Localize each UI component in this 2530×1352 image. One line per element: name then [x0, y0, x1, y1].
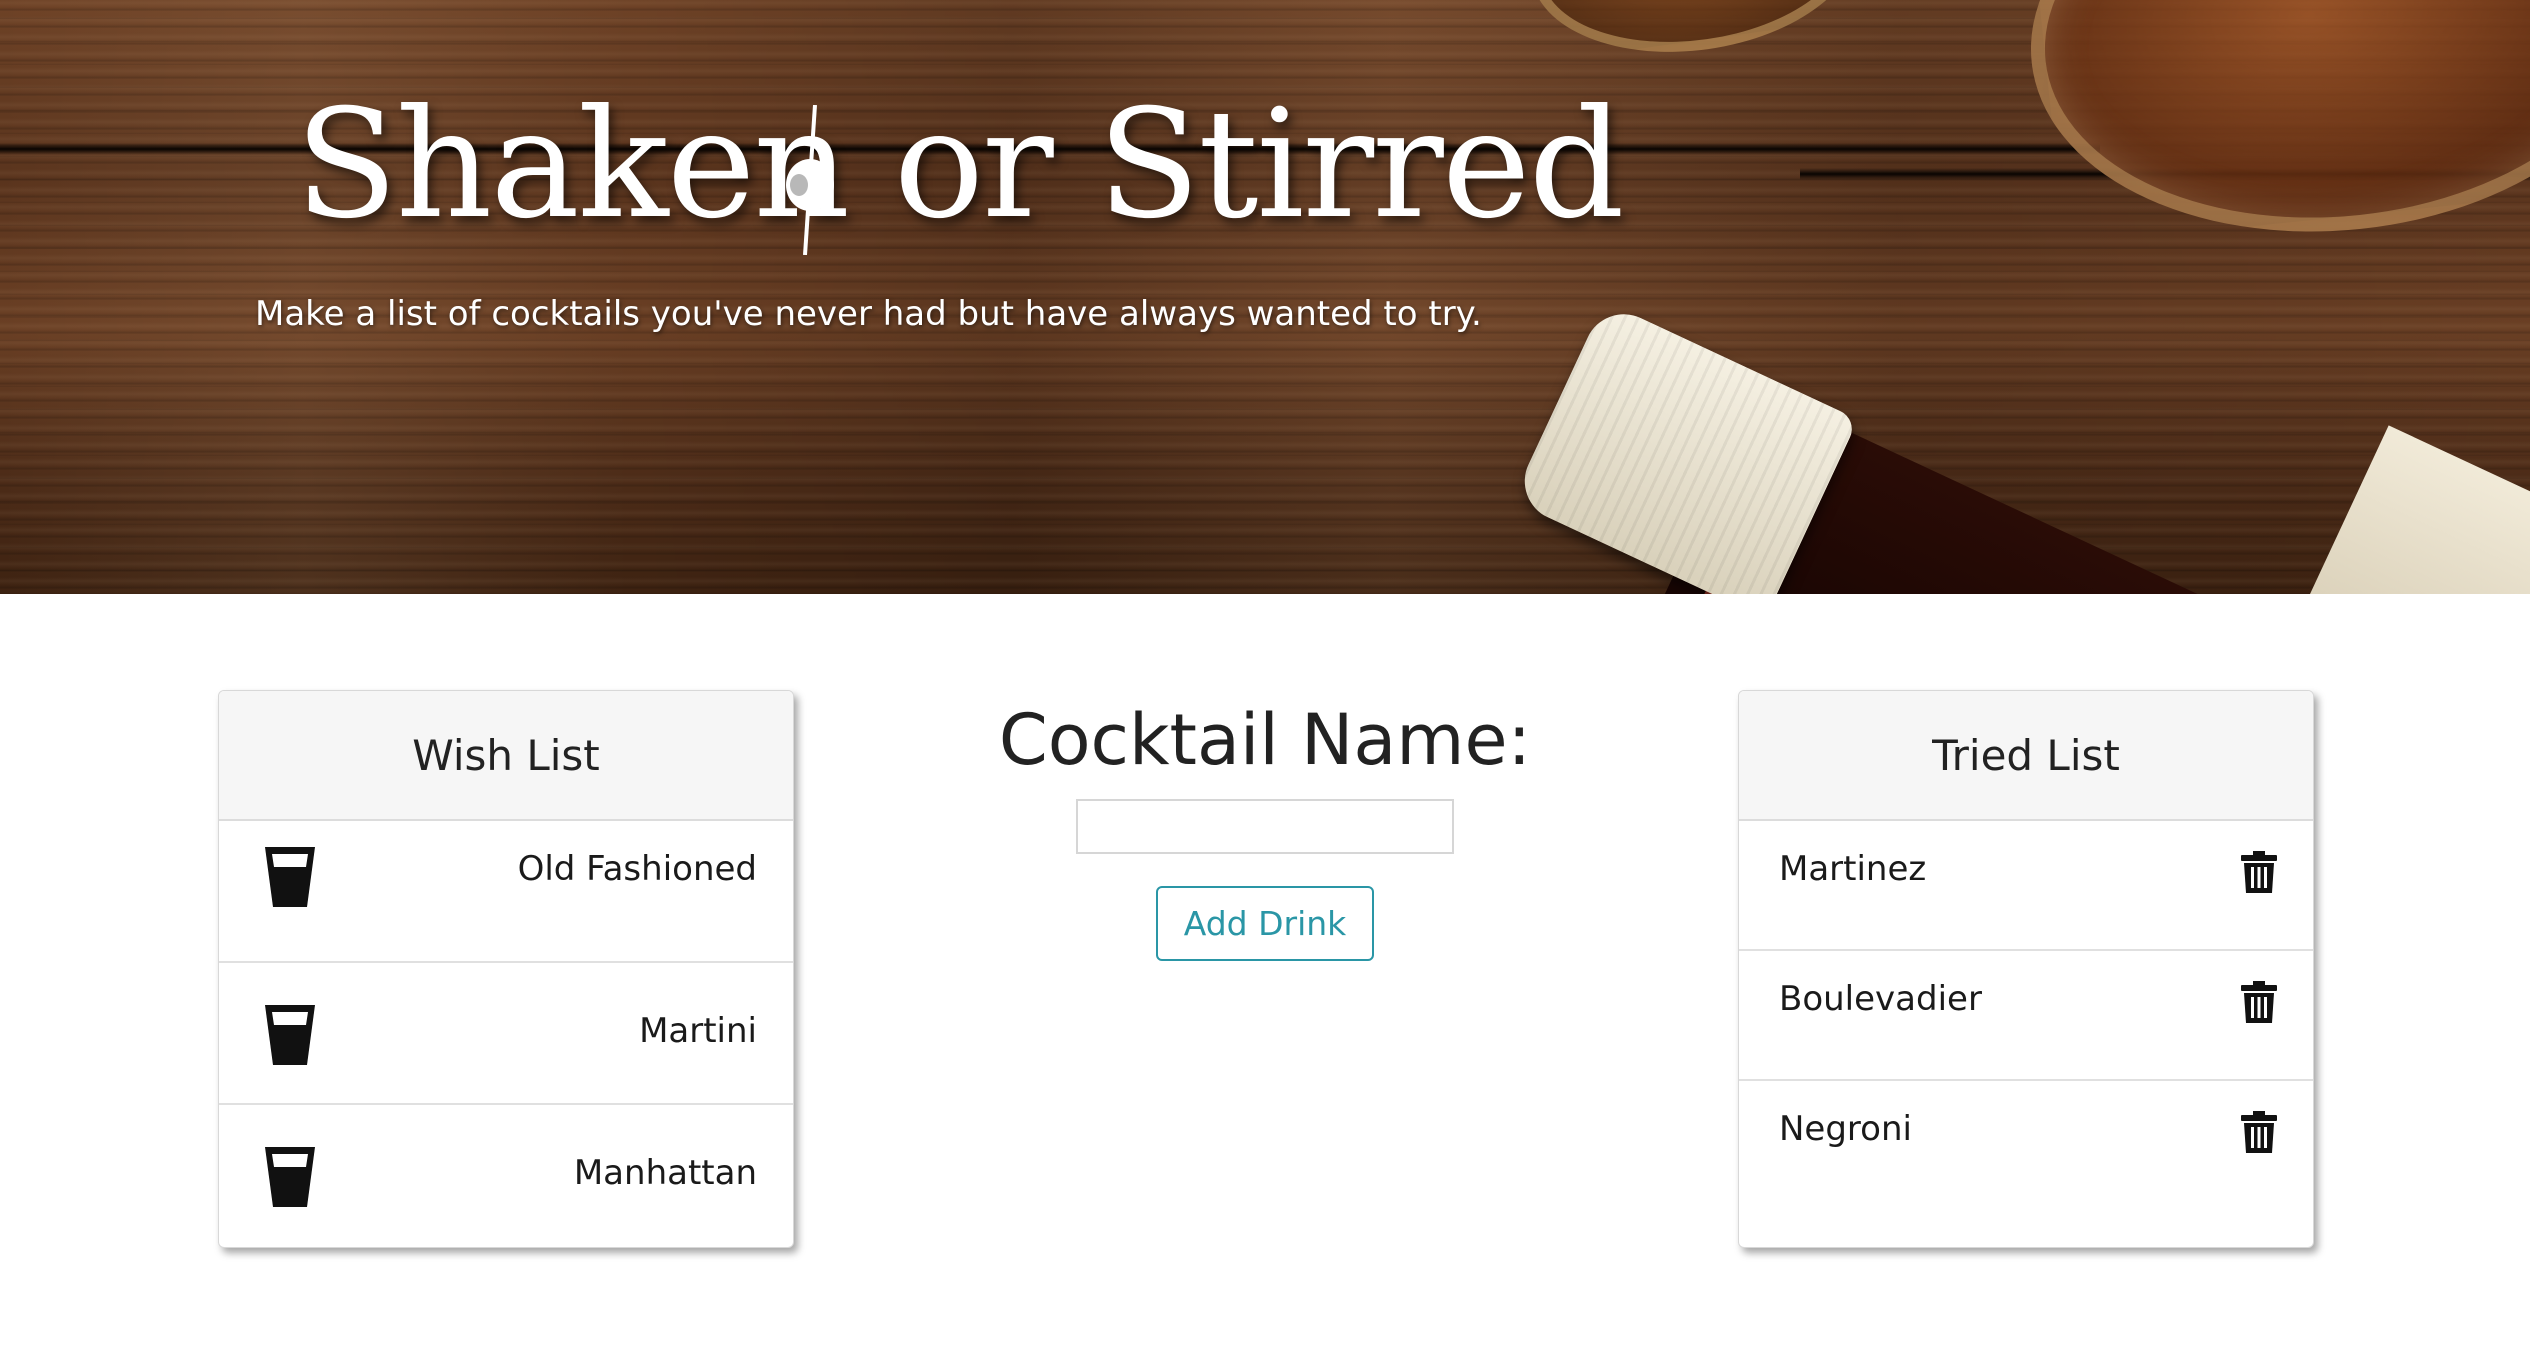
site-logo: Shaken or Stirred [295, 70, 1625, 260]
tagline: Make a list of cocktails you've never ha… [255, 294, 1482, 334]
tried-list-item: Martinez [1739, 821, 2313, 951]
olive-icon [786, 105, 834, 255]
tried-item-label: Martinez [1779, 849, 1927, 889]
cocktail-name-label: Cocktail Name: [998, 699, 1532, 781]
cup-icon[interactable] [263, 845, 317, 909]
trash-icon[interactable] [2241, 851, 2277, 893]
wish-list-item[interactable]: Old Fashioned [219, 821, 793, 963]
wish-item-label: Martini [639, 1011, 757, 1051]
cup-icon[interactable] [263, 1145, 317, 1209]
tried-list-item: Negroni [1739, 1081, 2313, 1211]
cup-icon[interactable] [263, 1003, 317, 1067]
whiskey-glass-image [2010, 0, 2530, 262]
whiskey-glass-image [1518, 0, 1872, 73]
page-title: Shaken or Stirred [295, 78, 1625, 252]
wish-list-card: Wish List Old Fashioned Martini Manhatta… [218, 690, 794, 1248]
wish-list-item[interactable]: Martini [219, 963, 793, 1105]
bottle-label-image [2295, 425, 2530, 594]
wish-list-heading: Wish List [219, 691, 793, 821]
tried-list-item: Boulevadier [1739, 951, 2313, 1081]
tried-list-card: Tried List Martinez Boulevadier Negroni [1738, 690, 2314, 1248]
trash-icon[interactable] [2241, 1111, 2277, 1153]
add-drink-button[interactable]: Add Drink [1156, 886, 1374, 961]
wish-list-item[interactable]: Manhattan [219, 1105, 793, 1247]
tried-item-label: Boulevadier [1779, 979, 1982, 1019]
hero-banner: Shaken or Stirred Make a list of cocktai… [0, 0, 2530, 594]
wish-item-label: Manhattan [573, 1153, 757, 1193]
wish-item-label: Old Fashioned [517, 849, 757, 889]
tried-list-heading: Tried List [1739, 691, 2313, 821]
trash-icon[interactable] [2241, 981, 2277, 1023]
tried-item-label: Negroni [1779, 1109, 1912, 1149]
cocktail-name-input[interactable] [1076, 799, 1454, 854]
